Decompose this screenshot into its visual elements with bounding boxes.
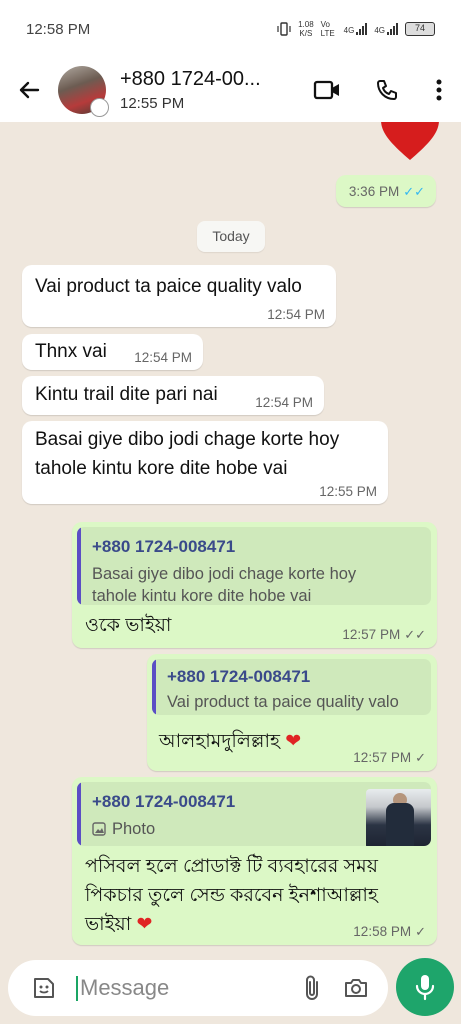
sticker-icon	[34, 978, 54, 998]
quote-photo-thumbnail	[366, 789, 431, 846]
more-options-button[interactable]	[417, 58, 461, 122]
message-out[interactable]: +880 1724-008471 Vai product ta paice qu…	[147, 654, 437, 771]
message-time: 12:58 PM ✓	[353, 924, 426, 939]
camera-icon	[345, 979, 367, 997]
mic-icon	[415, 975, 435, 1001]
contact-name: +880 1724-00...	[120, 68, 261, 90]
signal-1: 4G	[344, 23, 368, 35]
chat-area[interactable]: 3:36 PM ✓✓ Today Vai product ta paice qua…	[0, 122, 461, 960]
message-composer: Message	[8, 960, 388, 1016]
voice-call-icon	[377, 80, 397, 100]
quoted-message[interactable]: +880 1724-008471 Vai product ta paice qu…	[152, 659, 431, 715]
status-time: 12:58 PM	[26, 20, 91, 38]
message-in[interactable]: Thnx vai 12:54 PM	[22, 334, 203, 370]
message-time: 12:54 PM	[255, 395, 313, 410]
camera-button[interactable]	[334, 966, 378, 1010]
status-ring-icon	[90, 98, 109, 117]
heart-emoji: ❤	[136, 914, 153, 935]
network-speed: 1.08 K/S	[298, 20, 314, 38]
quote-bar	[77, 782, 81, 846]
message-text: Thnx vai	[35, 341, 107, 362]
message-in[interactable]: Kintu trail dite pari nai 12:54 PM	[22, 376, 324, 415]
delivered-receipt-icon: ✓✓	[404, 627, 426, 642]
video-call-icon	[313, 80, 339, 100]
signal-2: 4G	[374, 23, 398, 35]
avatar[interactable]	[58, 66, 109, 117]
message-out[interactable]: +880 1724-008471 Basai giye dibo jodi ch…	[72, 522, 437, 648]
quote-text: Vai product ta paice quality valo	[167, 693, 399, 711]
last-seen: 12:55 PM	[120, 95, 185, 112]
more-options-icon	[436, 79, 442, 101]
quote-sender: +880 1724-008471	[92, 792, 236, 811]
back-button[interactable]	[0, 58, 58, 122]
quote-sender: +880 1724-008471	[92, 537, 236, 556]
photo-icon	[92, 822, 106, 836]
quote-bar	[77, 527, 81, 605]
message-time: 12:57 PM ✓✓	[342, 627, 426, 642]
message-time: 3:36 PM ✓✓	[348, 184, 425, 199]
vibrate-icon	[277, 22, 291, 36]
heart-icon	[381, 122, 439, 160]
heart-emoji: ❤	[285, 731, 302, 752]
message-time: 12:54 PM	[267, 307, 325, 322]
date-divider: Today	[197, 221, 265, 252]
message-in[interactable]: Vai product ta paice quality valo 12:54 …	[22, 265, 336, 327]
signal-bars-icon	[356, 23, 368, 35]
chat-header: +880 1724-00... 12:55 PM	[0, 58, 461, 122]
quote-photo-label: Photo	[92, 818, 155, 840]
back-arrow-icon	[19, 81, 40, 99]
message-text: Vai product ta paice quality valo	[35, 276, 302, 297]
message-time: 12:57 PM ✓	[353, 750, 426, 765]
message-text: Kintu trail dite pari nai	[35, 384, 218, 405]
battery-icon: 74	[405, 22, 435, 36]
message-time: 12:55 PM	[319, 484, 377, 499]
video-call-button[interactable]	[297, 58, 357, 122]
message-out[interactable]: +880 1724-008471 Photo পসিবল হলে প্রোডাক…	[72, 777, 437, 945]
sent-receipt-icon: ✓	[415, 924, 426, 939]
message-input[interactable]: Message	[76, 975, 290, 1001]
quoted-message[interactable]: +880 1724-008471 Basai giye dibo jodi ch…	[77, 527, 431, 605]
message-text: আলহামদুলিল্লাহ ❤	[159, 731, 302, 752]
message-text: ওকে ভাইয়া	[85, 615, 172, 636]
volte-indicator: Vo LTE	[320, 20, 335, 38]
sticker-heart	[375, 122, 445, 164]
quote-bar	[152, 659, 156, 715]
status-bar: 12:58 PM 1.08 K/S Vo LTE 4G 4G 74	[0, 0, 461, 58]
status-icons: 1.08 K/S Vo LTE 4G 4G 74	[277, 20, 435, 38]
quoted-message[interactable]: +880 1724-008471 Photo	[77, 782, 431, 846]
quote-text: Basai giye dibo jodi chage korte hoy tah…	[92, 565, 357, 605]
message-in[interactable]: Basai giye dibo jodi chage korte hoy tah…	[22, 421, 388, 504]
sent-receipt-icon: ✓	[415, 750, 426, 765]
message-text: Basai giye dibo jodi chage korte hoy tah…	[35, 429, 340, 479]
message-out[interactable]: 3:36 PM ✓✓	[336, 175, 436, 207]
sticker-button[interactable]	[22, 966, 66, 1010]
quote-sender: +880 1724-008471	[167, 667, 311, 686]
message-text: পসিবল হলে প্রোডাক্ট টি ব্যবহারের সময় পি…	[85, 856, 378, 935]
read-receipt-icon: ✓✓	[403, 184, 425, 199]
voice-call-button[interactable]	[357, 58, 417, 122]
voice-message-button[interactable]	[396, 958, 454, 1016]
contact-info[interactable]: +880 1724-00... 12:55 PM	[120, 68, 297, 112]
message-time: 12:54 PM	[134, 350, 192, 365]
signal-bars-icon	[387, 23, 398, 35]
attach-icon	[306, 975, 318, 1000]
attach-button[interactable]	[290, 966, 334, 1010]
